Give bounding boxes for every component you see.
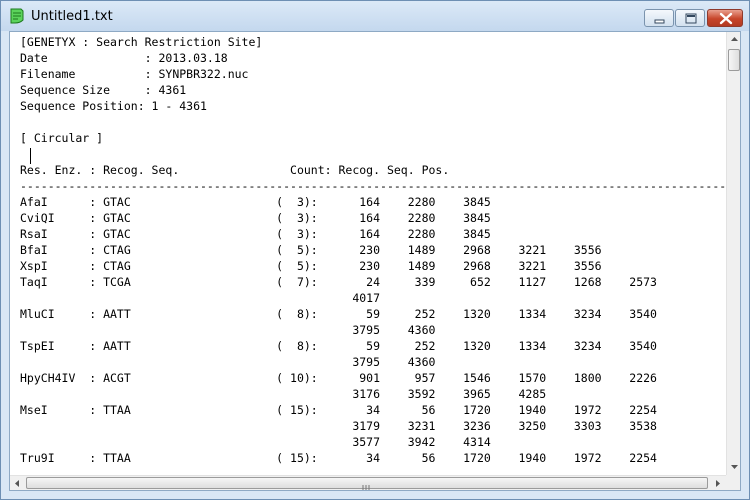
document-line[interactable]: TspEI : AATT ( 8): 59 252 1320 1334 3234…: [20, 339, 657, 353]
document-line[interactable]: ----------------------------------------…: [20, 179, 726, 193]
minimize-button[interactable]: [644, 9, 674, 27]
grip-icon: [362, 485, 370, 490]
arrow-up-icon: [731, 37, 738, 41]
document-text[interactable]: [GENETYX : Search Restriction Site] Date…: [20, 34, 726, 468]
minimize-icon: [654, 19, 665, 24]
editor-window: Untitled1.txt [GENETYX : Search Restrict…: [0, 0, 750, 500]
close-button[interactable]: [707, 9, 743, 27]
document-line[interactable]: Sequence Size : 4361: [20, 83, 186, 97]
horizontal-scrollbar[interactable]: [10, 475, 726, 490]
document-line[interactable]: HpyCH4IV : ACGT ( 10): 901 957 1546 1570…: [20, 371, 657, 385]
document-line[interactable]: Sequence Position: 1 - 4361: [20, 99, 207, 113]
document-line[interactable]: 3577 3942 4314: [20, 435, 490, 449]
document-line[interactable]: Tru9I : TTAA ( 15): 34 56 1720 1940 1972…: [20, 451, 657, 465]
document-line[interactable]: Res. Enz. : Recog. Seq. Count: Recog. Se…: [20, 163, 449, 177]
document-line[interactable]: 3795 4360: [20, 355, 435, 369]
scroll-left-button[interactable]: [10, 476, 25, 490]
document-line[interactable]: CviQI : GTAC ( 3): 164 2280 3845: [20, 211, 491, 225]
document-line[interactable]: Filename : SYNPBR322.nuc: [20, 67, 248, 81]
text-document-icon: [9, 8, 25, 24]
window-title: Untitled1.txt: [31, 9, 113, 24]
scrollbar-corner: [726, 475, 740, 490]
document-line[interactable]: MluCI : AATT ( 8): 59 252 1320 1334 3234…: [20, 307, 657, 321]
vertical-scrollbar[interactable]: [726, 32, 740, 475]
document-line[interactable]: 3176 3592 3965 4285: [20, 387, 546, 401]
document-line[interactable]: AfaI : GTAC ( 3): 164 2280 3845: [20, 195, 491, 209]
document-line[interactable]: BfaI : CTAG ( 5): 230 1489 2968 3221 355…: [20, 243, 602, 257]
document-line[interactable]: XspI : CTAG ( 5): 230 1489 2968 3221 355…: [20, 259, 602, 273]
text-area[interactable]: [GENETYX : Search Restriction Site] Date…: [20, 34, 726, 468]
arrow-down-icon: [731, 465, 738, 469]
document-line[interactable]: 4017: [20, 291, 380, 305]
document-line[interactable]: Date : 2013.03.18: [20, 51, 228, 65]
title-bar[interactable]: Untitled1.txt: [1, 1, 749, 31]
document-line[interactable]: MseI : TTAA ( 15): 34 56 1720 1940 1972 …: [20, 403, 657, 417]
arrow-left-icon: [15, 480, 19, 487]
close-icon: [719, 12, 733, 25]
scroll-up-button[interactable]: [727, 32, 740, 47]
vertical-scroll-thumb[interactable]: [728, 49, 740, 71]
editor-client-area[interactable]: [GENETYX : Search Restriction Site] Date…: [9, 31, 741, 491]
scroll-down-button[interactable]: [727, 459, 740, 474]
document-line[interactable]: 3179 3231 3236 3250 3303 3538: [20, 419, 657, 433]
document-line[interactable]: [ Circular ]: [20, 131, 103, 145]
document-line[interactable]: 3179 3231 3236 3250 3303 3538: [20, 467, 657, 468]
document-line[interactable]: 3795 4360: [20, 323, 435, 337]
horizontal-scroll-thumb[interactable]: [26, 477, 708, 490]
arrow-right-icon: [716, 480, 720, 487]
maximize-button[interactable]: [675, 9, 705, 27]
scroll-right-button[interactable]: [710, 476, 725, 490]
text-cursor: [30, 148, 31, 164]
document-line[interactable]: TaqI : TCGA ( 7): 24 339 652 1127 1268 2…: [20, 275, 657, 289]
document-line[interactable]: [GENETYX : Search Restriction Site]: [20, 35, 262, 49]
document-line[interactable]: RsaI : GTAC ( 3): 164 2280 3845: [20, 227, 491, 241]
maximize-icon: [685, 13, 697, 24]
